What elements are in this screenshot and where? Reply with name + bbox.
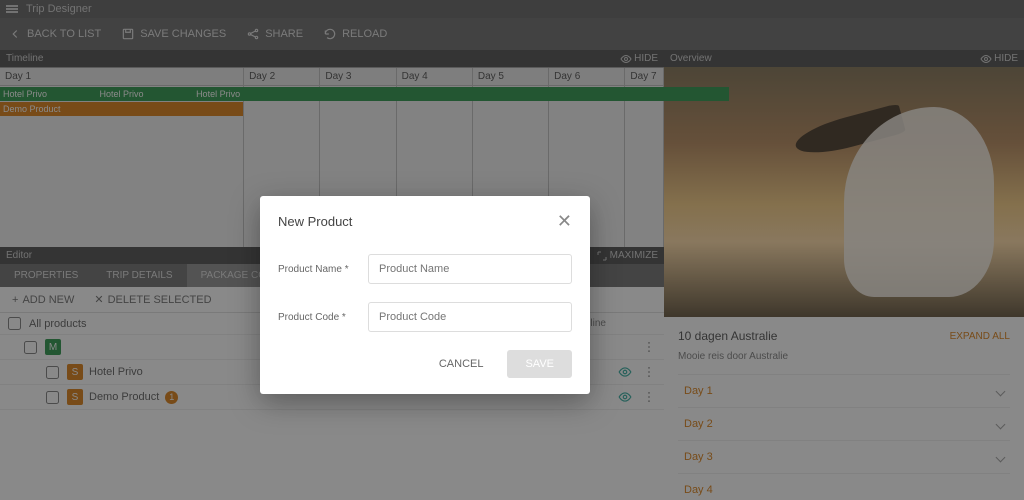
- product-code-label: Product Code *: [278, 312, 368, 323]
- save-button[interactable]: SAVE: [507, 350, 572, 378]
- modal-title: New Product: [278, 214, 352, 229]
- close-icon[interactable]: ✕: [557, 212, 572, 230]
- product-name-input[interactable]: [368, 254, 572, 284]
- cancel-button[interactable]: CANCEL: [425, 350, 498, 378]
- product-name-label: Product Name *: [278, 264, 368, 275]
- new-product-modal: New Product ✕ Product Name * Product Cod…: [260, 196, 590, 394]
- product-code-input[interactable]: [368, 302, 572, 332]
